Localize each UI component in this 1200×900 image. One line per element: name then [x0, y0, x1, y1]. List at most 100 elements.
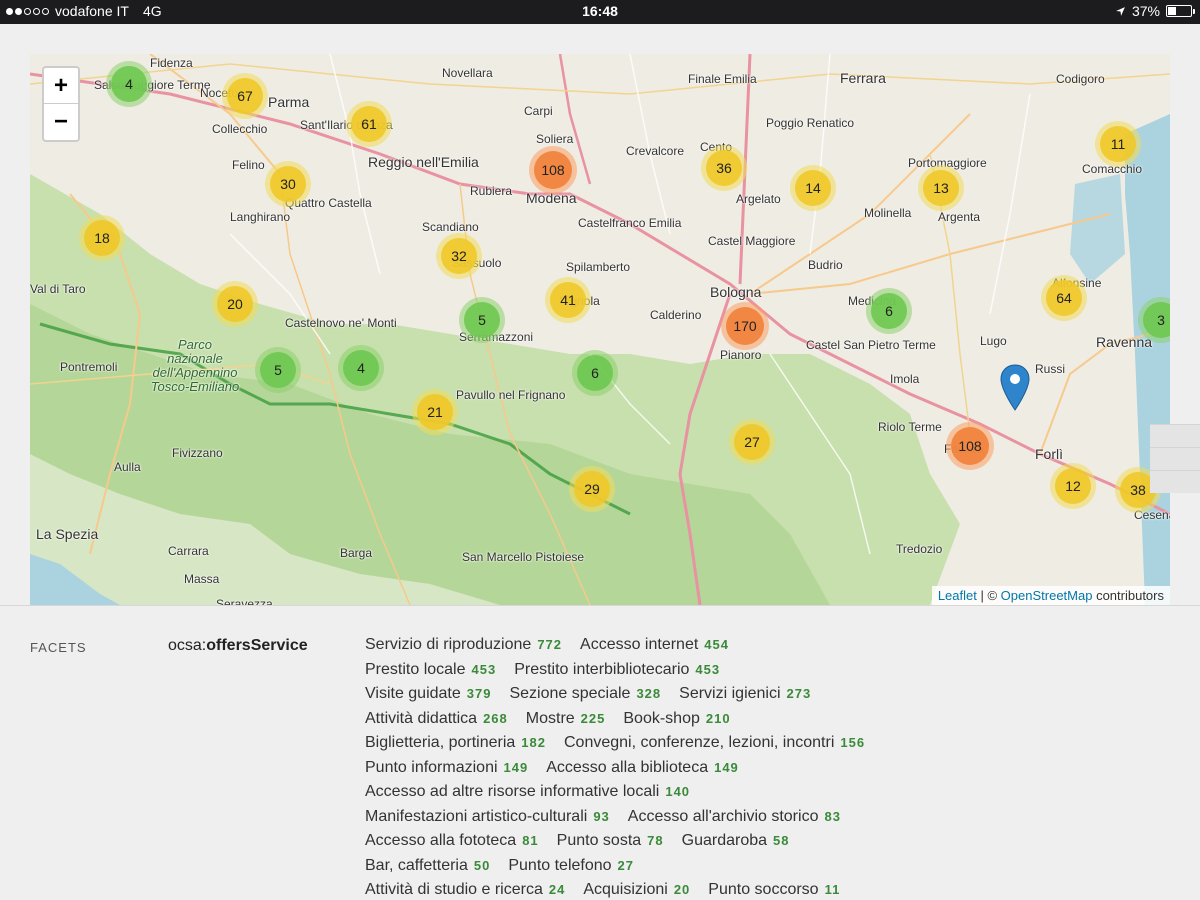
facet-value-link[interactable]: Prestito locale 453 — [365, 661, 496, 679]
cluster-marker[interactable]: 6 — [866, 288, 912, 334]
zoom-in-button[interactable]: + — [44, 68, 78, 104]
cluster-count: 18 — [84, 220, 120, 256]
cluster-marker[interactable]: 21 — [412, 389, 458, 435]
place-label: Rubiera — [470, 184, 513, 198]
cluster-marker[interactable]: 14 — [790, 165, 836, 211]
cluster-count: 41 — [550, 282, 586, 318]
facet-row: Visite guidate 379 Sezione speciale 328 Serv… — [365, 685, 1165, 710]
section-divider — [0, 605, 1200, 606]
facet-value-link[interactable]: Acquisizioni 20 — [583, 881, 690, 899]
osm-link[interactable]: OpenStreetMap — [1001, 588, 1093, 603]
facet-value-count: 149 — [503, 759, 529, 775]
cluster-count: 108 — [534, 151, 572, 189]
facet-value-count: 50 — [473, 857, 491, 873]
cluster-marker[interactable]: 36 — [701, 145, 747, 191]
cluster-count: 6 — [871, 293, 907, 329]
status-right: 37% — [1115, 3, 1195, 19]
map-attribution: Leaflet | © OpenStreetMap contributors — [931, 586, 1170, 605]
cluster-marker[interactable]: 12 — [1050, 463, 1096, 509]
facet-value-name: Bar, caffetteria — [365, 856, 468, 874]
facet-value-link[interactable]: Mostre 225 — [526, 710, 606, 728]
cluster-marker[interactable]: 61 — [346, 101, 392, 147]
facet-value-link[interactable]: Punto soccorso 11 — [708, 881, 840, 899]
place-label: Molinella — [864, 206, 912, 220]
facet-value-name: Sezione speciale — [509, 685, 631, 702]
facet-value-link[interactable]: Visite guidate 379 — [365, 685, 491, 703]
facet-row: Prestito locale 453 Prestito interbibliote… — [365, 661, 1165, 686]
cluster-count: 32 — [441, 238, 477, 274]
facet-value-link[interactable]: Accesso alla fototeca 81 — [365, 832, 539, 850]
facet-value-count: 149 — [714, 759, 739, 775]
facet-property: ocsa:offersService — [168, 637, 308, 655]
facet-value-link[interactable]: Biglietteria, portineria 182 — [365, 734, 546, 752]
zoom-out-button[interactable]: − — [44, 104, 78, 140]
cluster-count: 14 — [795, 170, 831, 206]
facet-value-name: Attività didattica — [365, 709, 478, 727]
facet-value-link[interactable]: Punto sosta 78 — [557, 832, 664, 850]
facet-value-link[interactable]: Prestito interbibliotecario 453 — [514, 661, 720, 679]
place-label: Parco nazionale dell'Appennino Tosco-Emi… — [150, 337, 240, 394]
facet-value-link[interactable]: Attività di studio e ricerca 24 — [365, 881, 565, 899]
cluster-marker[interactable]: 5 — [459, 297, 505, 343]
facet-value-link[interactable]: Bar, caffetteria 50 — [365, 857, 490, 875]
facet-value-link[interactable]: Book-shop 210 — [623, 710, 730, 728]
place-label: Crevalcore — [626, 144, 685, 158]
facet-value-link[interactable]: Servizio di riproduzione 772 — [365, 636, 562, 654]
facet-value-link[interactable]: Punto telefono 27 — [508, 857, 634, 875]
cluster-marker[interactable]: 5 — [255, 347, 301, 393]
cluster-marker[interactable]: 29 — [569, 466, 615, 512]
place-label: Aulla — [114, 460, 141, 474]
facet-value-name: Servizi igienici — [679, 685, 781, 702]
cluster-marker[interactable]: 18 — [79, 215, 125, 261]
cluster-marker[interactable]: 27 — [729, 419, 775, 465]
cluster-marker[interactable]: 108 — [946, 422, 994, 470]
facet-row: Servizio di riproduzione 772 Accesso inter… — [365, 636, 1165, 661]
facet-row: Punto informazioni 149 Accesso alla biblio… — [365, 759, 1165, 784]
cluster-marker[interactable]: 11 — [1095, 121, 1141, 167]
cluster-marker[interactable]: 67 — [222, 73, 268, 119]
facet-value-name: Accesso internet — [580, 636, 699, 653]
place-label: Parma — [268, 94, 310, 110]
facet-value-link[interactable]: Accesso ad altre risorse informative loc… — [365, 783, 690, 801]
facet-value-link[interactable]: Manifestazioni artistico-culturali 93 — [365, 808, 610, 826]
facet-row: Bar, caffetteria 50 Punto telefono 27 — [365, 857, 1165, 882]
facet-value-link[interactable]: Punto informazioni 149 — [365, 759, 528, 777]
facet-value-name: Book-shop — [623, 709, 700, 727]
facet-value-count: 454 — [704, 637, 729, 652]
facet-value-link[interactable]: Sezione speciale 328 — [509, 685, 661, 703]
facet-value-link[interactable]: Accesso alla biblioteca 149 — [546, 759, 739, 777]
facet-value-name: Convegni, conferenze, lezioni, incontri — [564, 734, 835, 751]
cluster-marker[interactable]: 64 — [1041, 275, 1087, 321]
leaflet-link[interactable]: Leaflet — [938, 588, 977, 603]
facet-value-count: 78 — [647, 833, 664, 848]
place-label: Felino — [232, 158, 265, 172]
cluster-marker[interactable]: 20 — [212, 281, 258, 327]
cluster-marker[interactable]: 4 — [338, 345, 384, 391]
cluster-marker[interactable]: 170 — [721, 302, 769, 350]
status-bar: vodafone IT 4G 16:48 37% — [0, 0, 1200, 24]
cluster-marker[interactable]: 4 — [106, 61, 152, 107]
cluster-marker[interactable]: 41 — [545, 277, 591, 323]
facet-value-link[interactable]: Guardaroba 58 — [682, 832, 790, 850]
cluster-marker[interactable]: 32 — [436, 233, 482, 279]
place-label: Collecchio — [212, 122, 268, 136]
facet-value-link[interactable]: Accesso all'archivio storico 83 — [628, 808, 841, 826]
facet-value-link[interactable]: Attività didattica 268 — [365, 710, 508, 728]
facet-value-count: 20 — [673, 882, 691, 897]
location-pin-icon[interactable] — [1000, 364, 1030, 412]
side-handle[interactable] — [1150, 424, 1200, 447]
facet-value-link[interactable]: Accesso internet 454 — [580, 636, 729, 654]
place-label: Lugo — [980, 334, 1007, 348]
side-handle[interactable] — [1150, 470, 1200, 493]
facets-heading: FACETS — [30, 640, 87, 655]
cluster-marker[interactable]: 13 — [918, 165, 964, 211]
place-label: San Marcello Pistoiese — [462, 550, 585, 564]
facet-value-link[interactable]: Servizi igienici 273 — [679, 685, 811, 703]
cluster-marker[interactable]: 30 — [265, 161, 311, 207]
side-handle[interactable] — [1150, 447, 1200, 470]
battery-percent: 37% — [1131, 3, 1160, 19]
cluster-marker[interactable]: 6 — [572, 350, 618, 396]
cluster-marker[interactable]: 108 — [529, 146, 577, 194]
facet-value-link[interactable]: Convegni, conferenze, lezioni, incontri 1… — [564, 734, 865, 752]
map-view[interactable]: Fidenza Salsomaggiore Terme Noceto Parma San… — [30, 54, 1170, 605]
